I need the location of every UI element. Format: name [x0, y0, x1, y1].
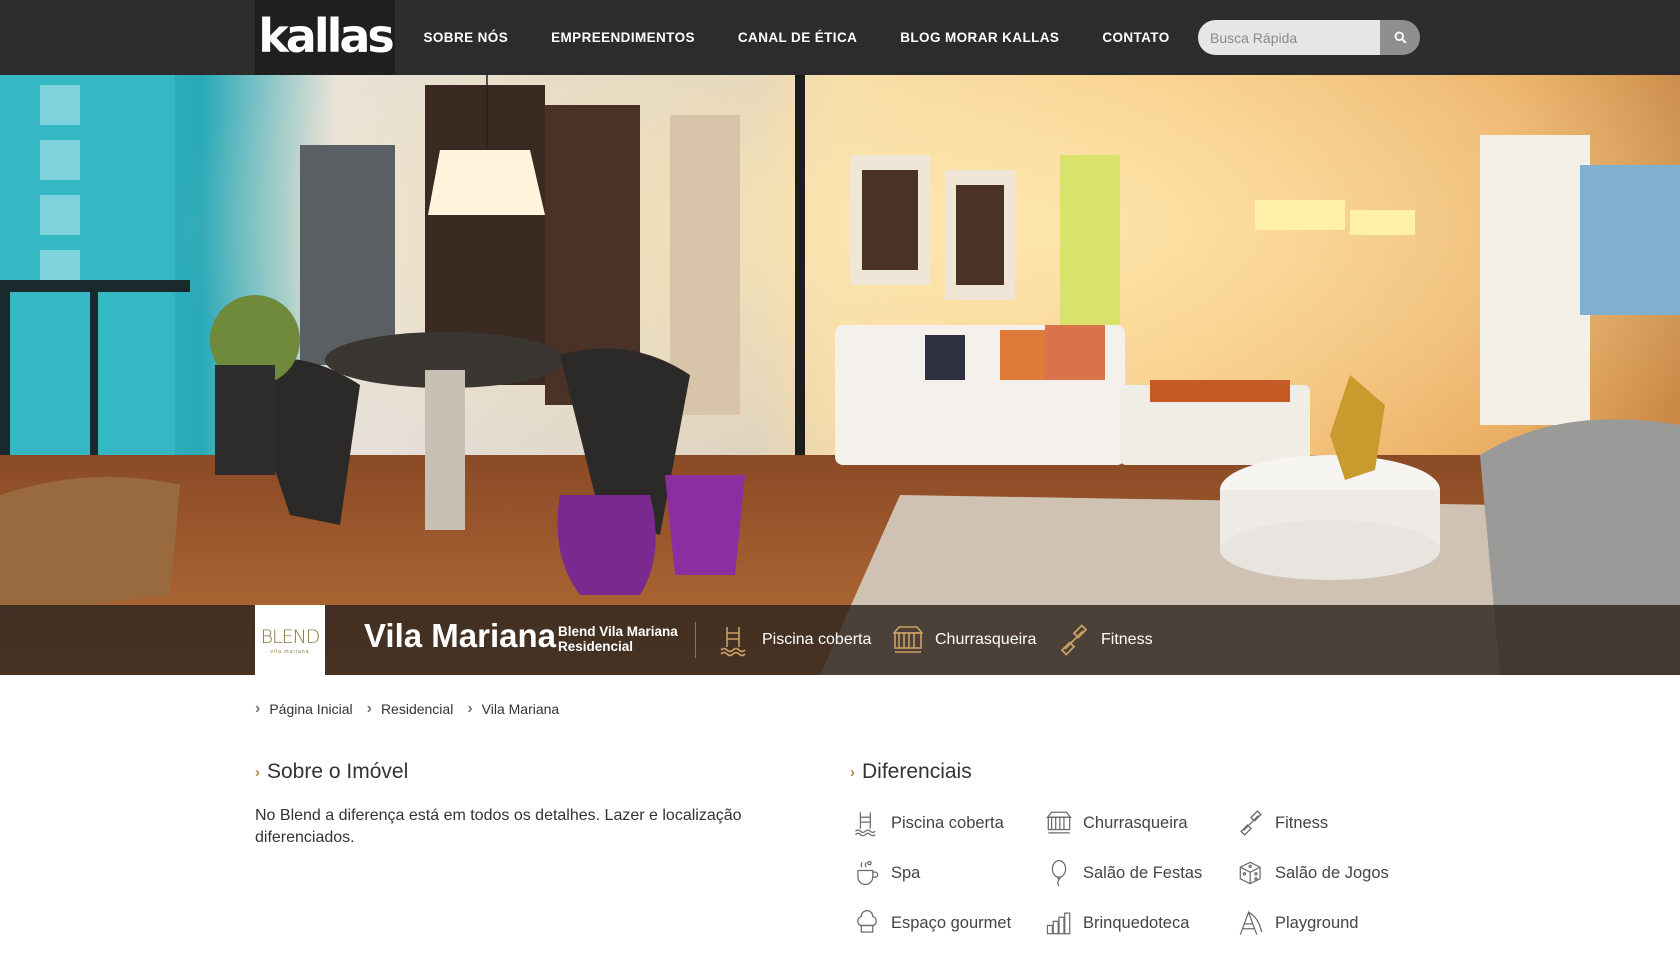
hero-feature-piscina[interactable]: Piscina coberta: [718, 623, 871, 657]
nav-item-empreendimentos[interactable]: EMPREENDIMENTOS: [530, 30, 717, 45]
chef-hat-icon: [852, 908, 882, 938]
hero-feature-churrasqueira[interactable]: Churrasqueira: [891, 623, 1036, 657]
differential-brinquedoteca: Brinquedoteca: [1044, 908, 1189, 938]
breadcrumb-label: Residencial: [380, 701, 454, 717]
chevron-right-icon: ›: [255, 700, 261, 717]
differentials-title-text: Diferenciais: [862, 760, 972, 783]
breadcrumb-label: Página Inicial: [269, 701, 353, 717]
top-navigation-bar: kallas SOBRE NÓS EMPREENDIMENTOS CANAL D…: [0, 0, 1680, 75]
breadcrumb: › Página Inicial › Residencial › Vila Ma…: [255, 700, 573, 718]
differentials-section-title: › Diferenciais: [850, 760, 972, 784]
grill-icon: [892, 626, 924, 653]
differential-label: Fitness: [1275, 813, 1329, 832]
dice-icon: [1236, 858, 1266, 888]
differential-salao-de-jogos: Salão de Jogos: [1236, 858, 1389, 888]
main-nav: SOBRE NÓS EMPREENDIMENTOS CANAL DE ÉTICA…: [402, 0, 1191, 75]
differential-label: Spa: [891, 863, 921, 882]
search-icon: [1394, 31, 1407, 44]
blend-logo: BLEND vila mariana: [255, 605, 325, 675]
differential-salao-de-festas: Salão de Festas: [1044, 858, 1202, 888]
search-button[interactable]: [1380, 20, 1420, 55]
about-title-text: Sobre o Imóvel: [267, 760, 409, 783]
property-subtitle-line2: Residencial: [558, 639, 634, 654]
breadcrumb-item-residencial[interactable]: › Residencial: [367, 700, 454, 718]
nav-item-blog[interactable]: BLOG MORAR KALLAS: [879, 30, 1081, 45]
property-title: Vila Mariana: [364, 617, 556, 654]
divider: [695, 622, 696, 658]
differential-label: Playground: [1275, 913, 1359, 932]
differential-churrasqueira: Churrasqueira: [1044, 808, 1188, 838]
pool-icon: [720, 627, 746, 657]
differential-label: Piscina coberta: [891, 813, 1004, 832]
differential-label: Salão de Festas: [1083, 863, 1203, 882]
chevron-right-icon: ›: [850, 763, 855, 781]
differential-label: Brinquedoteca: [1083, 913, 1190, 932]
hero-feature-fitness[interactable]: Fitness: [1057, 623, 1153, 657]
dumbbell-icon: [1236, 808, 1266, 838]
differential-playground: Playground: [1236, 908, 1358, 938]
chevron-right-icon: ›: [467, 700, 473, 717]
hero-feature-label: Piscina coberta: [762, 631, 872, 648]
nav-item-contato[interactable]: CONTATO: [1081, 30, 1191, 45]
balloon-icon: [1044, 858, 1074, 888]
pool-icon: [852, 808, 882, 838]
breadcrumb-item-vila-mariana[interactable]: › Vila Mariana: [467, 700, 559, 718]
about-section-title: › Sobre o Imóvel: [255, 760, 408, 784]
hero-image: [0, 75, 1680, 675]
playground-icon: [1236, 908, 1266, 938]
nav-item-sobre-nos[interactable]: SOBRE NÓS: [402, 30, 530, 45]
chevron-right-icon: ›: [255, 763, 260, 781]
blend-logo-word: BLEND: [260, 625, 321, 648]
nav-item-canal-de-etica[interactable]: CANAL DE ÉTICA: [716, 30, 878, 45]
differential-espaco-gourmet: Espaço gourmet: [852, 908, 1011, 938]
grill-icon: [1044, 808, 1074, 838]
property-subtitle-line1: Blend Vila Mariana: [558, 624, 678, 639]
kallas-logo[interactable]: kallas: [255, 0, 395, 75]
blend-logo-sub: vila mariana: [270, 648, 310, 655]
differential-label: Salão de Jogos: [1275, 863, 1389, 882]
about-description: No Blend a diferença está em todos os de…: [255, 807, 742, 846]
logo-text: kallas: [258, 8, 395, 63]
dumbbell-icon: [1060, 624, 1088, 656]
hero-feature-label: Churrasqueira: [935, 631, 1037, 648]
differential-fitness: Fitness: [1236, 808, 1328, 838]
differential-piscina-coberta: Piscina coberta: [852, 808, 1004, 838]
breadcrumb-item-home[interactable]: › Página Inicial: [255, 700, 353, 718]
hero-feature-label: Fitness: [1101, 631, 1153, 648]
search-input[interactable]: [1198, 20, 1380, 55]
breadcrumb-label: Vila Mariana: [481, 701, 560, 717]
differential-label: Espaço gourmet: [891, 913, 1012, 932]
property-subtitle: Blend Vila Mariana Residencial: [558, 624, 678, 654]
differential-spa: Spa: [852, 858, 920, 888]
differential-label: Churrasqueira: [1083, 813, 1188, 832]
spa-icon: [852, 858, 882, 888]
living-room-photo: [0, 75, 1680, 675]
quick-search: [1198, 20, 1420, 55]
toys-icon: [1044, 908, 1074, 938]
chevron-right-icon: ›: [366, 700, 372, 717]
